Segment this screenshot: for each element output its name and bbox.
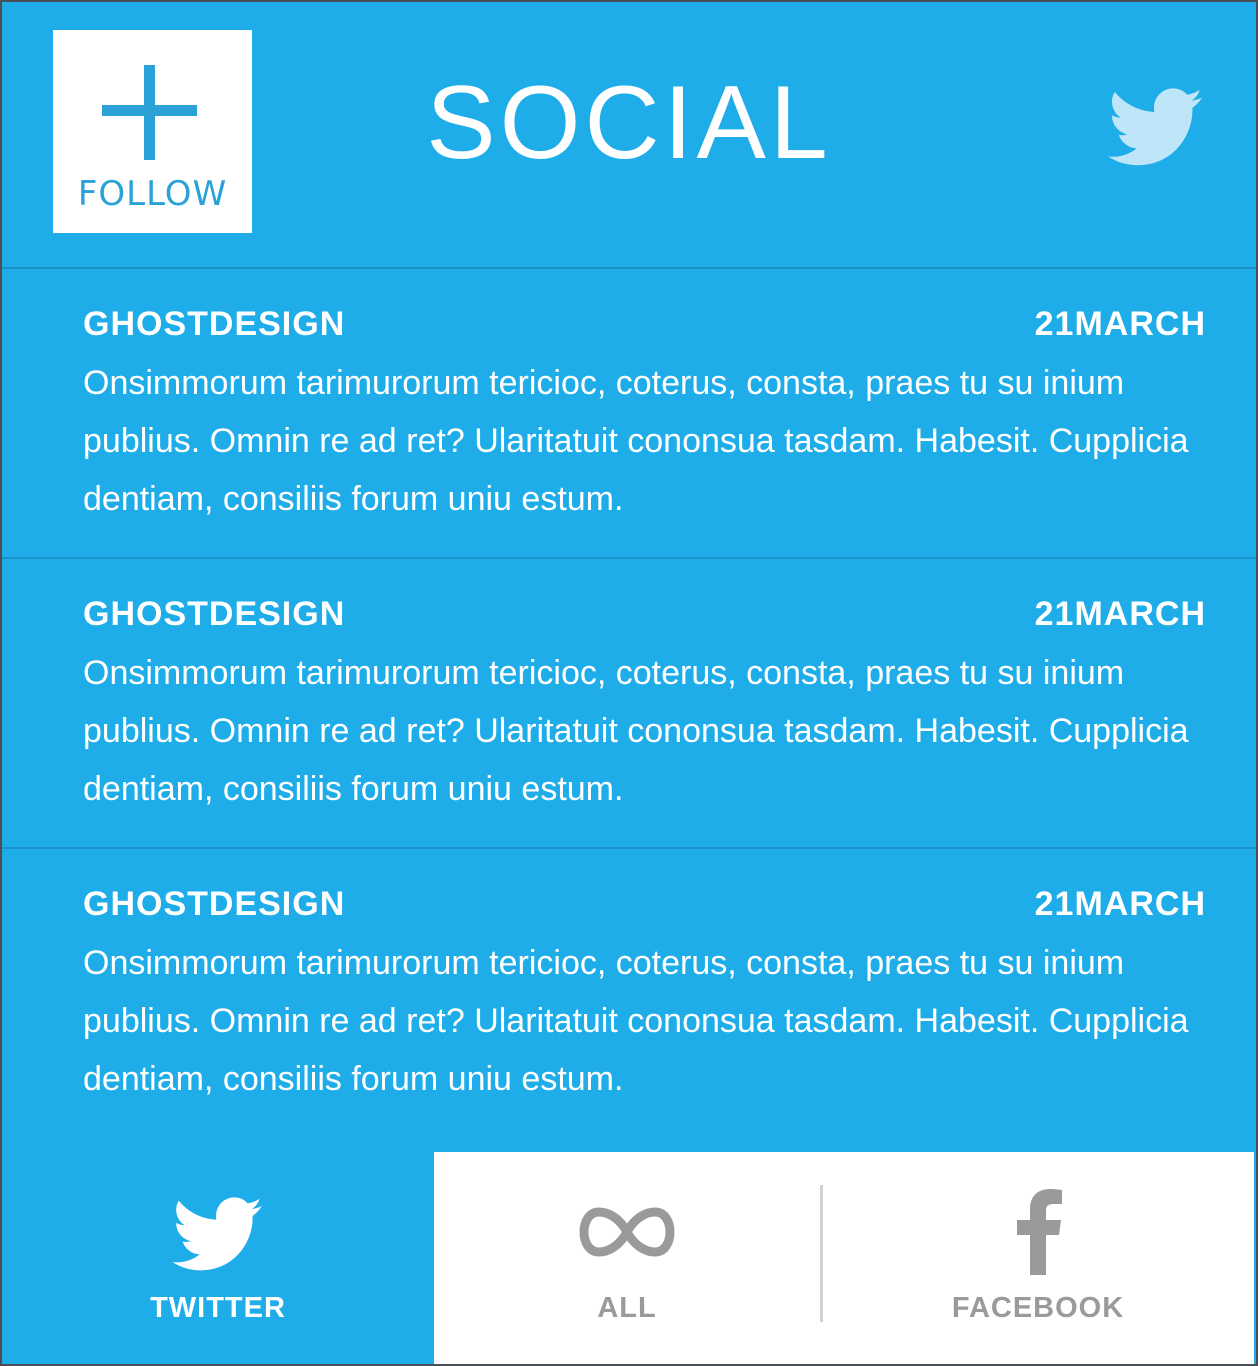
post-date: 21MARCH xyxy=(1034,305,1206,343)
post-text: Onsimmorum tarimurorum tericioc, coterus… xyxy=(83,944,1189,1098)
post-meta: GHOSTDESIGN 21MARCH xyxy=(83,849,1206,924)
post-text: Onsimmorum tarimurorum tericioc, coterus… xyxy=(83,364,1189,518)
widget-header: FOLLOW SOCIAL xyxy=(2,2,1256,269)
post-date: 21MARCH xyxy=(1034,595,1206,633)
twitter-bird-icon xyxy=(1108,88,1203,166)
social-widget: FOLLOW SOCIAL GHOSTDESIGN 21MARCH Onsimm… xyxy=(0,0,1258,1366)
tab-label: ALL xyxy=(597,1292,657,1324)
post-item: GHOSTDESIGN 21MARCH Onsimmorum tarimuror… xyxy=(2,269,1256,559)
post-meta: GHOSTDESIGN 21MARCH xyxy=(83,559,1206,634)
post-author: GHOSTDESIGN xyxy=(83,595,346,633)
post-date: 21MARCH xyxy=(1034,885,1206,923)
post-meta: GHOSTDESIGN 21MARCH xyxy=(83,269,1206,344)
tab-all[interactable]: ALL xyxy=(434,1152,820,1364)
plus-icon xyxy=(102,65,197,160)
follow-button[interactable]: FOLLOW xyxy=(53,30,252,233)
twitter-bird-icon xyxy=(172,1197,263,1271)
facebook-icon xyxy=(1017,1189,1062,1275)
widget-title: SOCIAL xyxy=(426,65,832,181)
follow-label: FOLLOW xyxy=(77,174,228,214)
tab-twitter[interactable]: TWITTER xyxy=(2,1152,434,1364)
tab-label: TWITTER xyxy=(150,1292,286,1324)
post-author: GHOSTDESIGN xyxy=(83,885,346,923)
post-item: GHOSTDESIGN 21MARCH Onsimmorum tarimuror… xyxy=(2,849,1256,1139)
post-author: GHOSTDESIGN xyxy=(83,305,346,343)
tab-facebook[interactable]: FACEBOOK xyxy=(822,1152,1254,1364)
post-text: Onsimmorum tarimurorum tericioc, coterus… xyxy=(83,654,1189,808)
infinity-icon xyxy=(579,1207,675,1257)
tab-label: FACEBOOK xyxy=(951,1292,1125,1324)
source-tabs: TWITTER ALL FACEBOOK xyxy=(2,1152,1256,1364)
inactive-tabs-panel: ALL FACEBOOK xyxy=(434,1152,1254,1364)
post-item: GHOSTDESIGN 21MARCH Onsimmorum tarimuror… xyxy=(2,559,1256,849)
